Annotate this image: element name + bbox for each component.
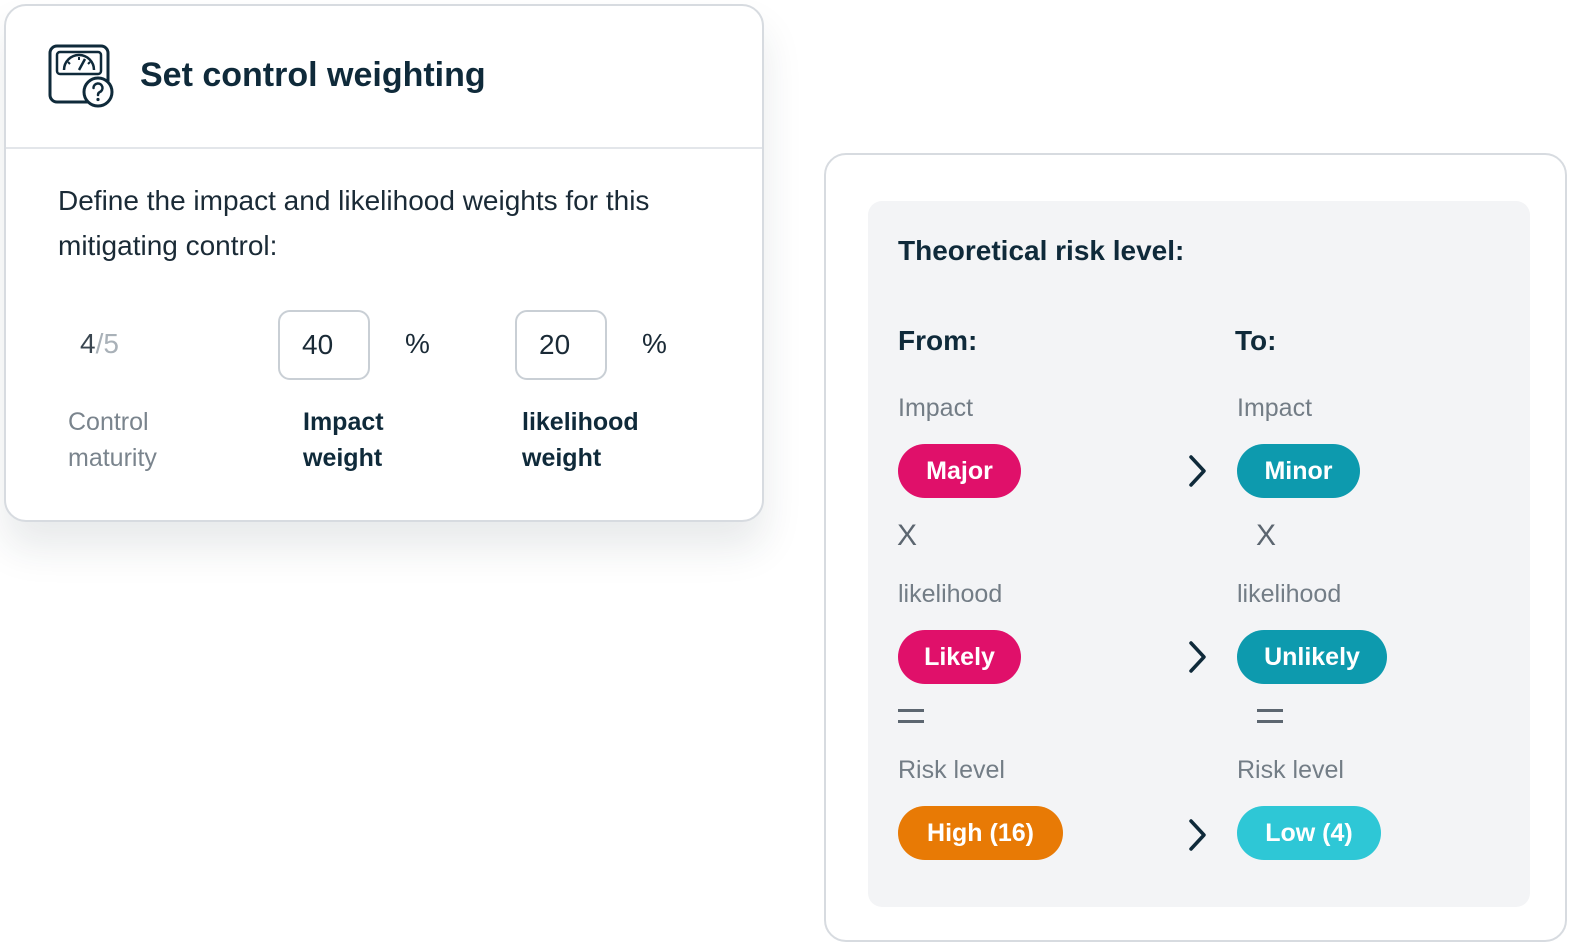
- to-likelihood-pill: Unlikely: [1237, 630, 1387, 684]
- maturity-score: 4: [80, 328, 96, 359]
- likelihood-weight-label: likelihood weight: [522, 404, 682, 476]
- chevron-right-icon: [1189, 455, 1206, 487]
- impact-weight-label-line1: Impact: [303, 408, 384, 436]
- risk-panel-title: Theoretical risk level:: [898, 235, 1185, 266]
- control-maturity-label: Control maturity: [68, 404, 228, 476]
- card-header: Set control weighting: [6, 6, 762, 149]
- chevron-right-icon: [1189, 819, 1206, 851]
- to-multiply-sign: X: [1256, 519, 1277, 552]
- to-impact-pill: Minor: [1237, 444, 1360, 498]
- to-heading: To:: [1235, 325, 1277, 356]
- from-risk-label: Risk level: [898, 756, 1005, 784]
- from-impact-pill: Major: [898, 444, 1021, 498]
- from-equals-sign: [898, 709, 924, 723]
- impact-weight-unit: %: [405, 328, 430, 359]
- likelihood-weight-label-line2: weight: [522, 444, 602, 472]
- from-likelihood-label: likelihood: [898, 580, 1003, 608]
- gauge-question-icon: [48, 44, 114, 108]
- likelihood-weight-input[interactable]: 20: [515, 310, 607, 380]
- control-maturity-label-line1: Control: [68, 408, 149, 436]
- likelihood-weight-unit: %: [642, 328, 667, 359]
- to-equals-sign: [1257, 709, 1283, 723]
- impact-weight-input[interactable]: 40: [278, 310, 370, 380]
- card-title: Set control weighting: [140, 56, 486, 94]
- chevron-right-icon: [1189, 641, 1206, 673]
- to-likelihood-label: likelihood: [1237, 580, 1342, 608]
- card-description: Define the impact and likelihood weights…: [58, 185, 650, 261]
- impact-weight-label: Impact weight: [303, 404, 463, 476]
- control-maturity-label-line2: maturity: [68, 444, 157, 472]
- to-impact-label: Impact: [1237, 394, 1313, 422]
- from-likelihood-pill: Likely: [898, 630, 1021, 684]
- from-multiply-sign: X: [897, 519, 918, 552]
- likelihood-weight-label-line1: likelihood: [522, 408, 639, 436]
- from-heading: From:: [898, 325, 978, 356]
- from-risk-pill: High (16): [898, 806, 1063, 860]
- impact-weight-label-line2: weight: [303, 444, 383, 472]
- control-maturity-value: 4/5: [80, 328, 119, 360]
- from-impact-label: Impact: [898, 394, 974, 422]
- to-risk-label: Risk level: [1237, 756, 1344, 784]
- risk-level-card: Theoretical risk level: From: Impact Maj…: [824, 153, 1567, 942]
- maturity-total: 5: [103, 328, 119, 359]
- risk-level-panel: Theoretical risk level: From: Impact Maj…: [868, 201, 1530, 907]
- control-weighting-card: Set control weighting Define the impact …: [4, 4, 764, 522]
- to-risk-pill: Low (4): [1237, 806, 1381, 860]
